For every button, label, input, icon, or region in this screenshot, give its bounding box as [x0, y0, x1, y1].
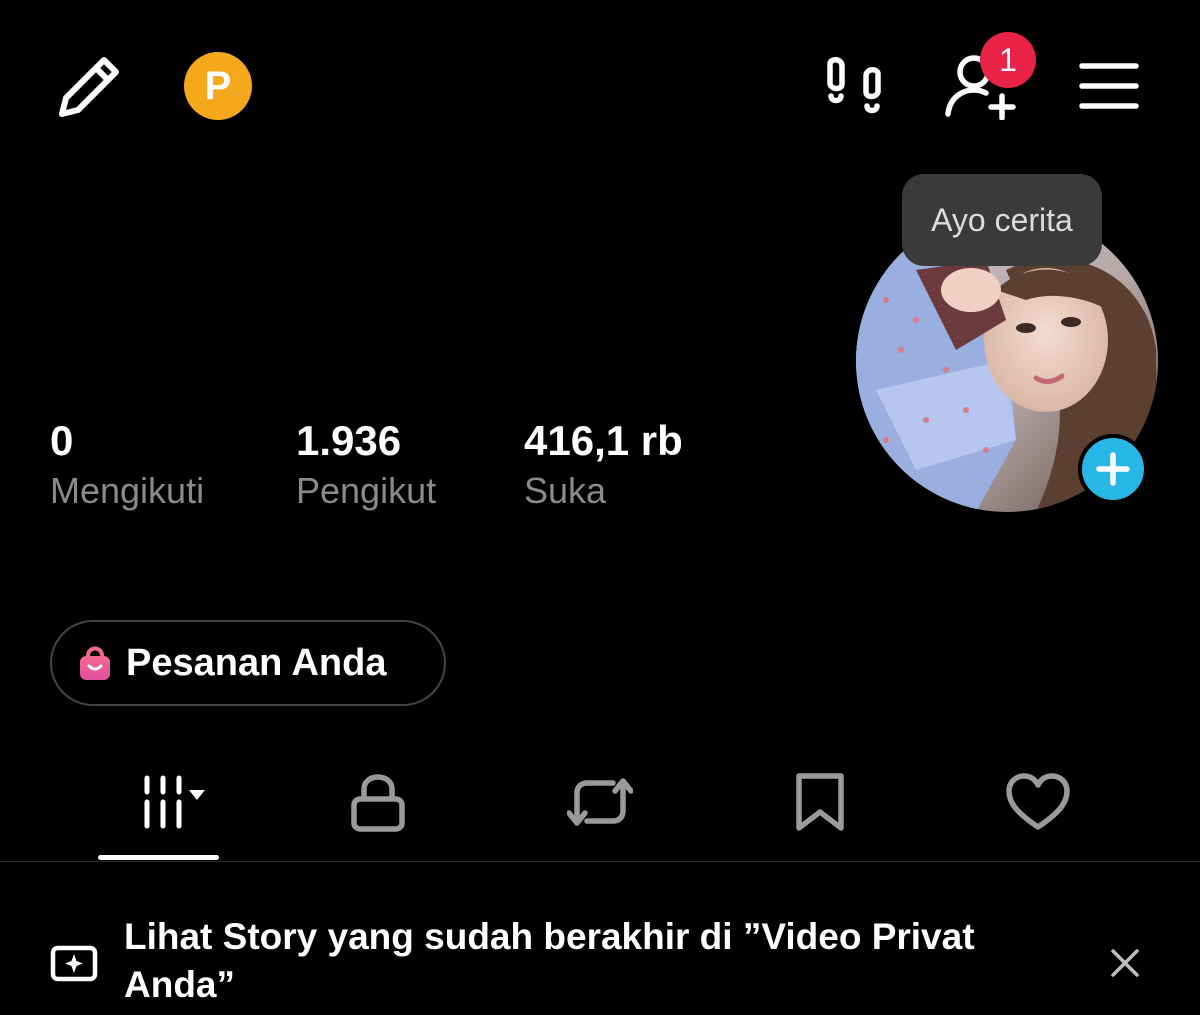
tooltip-text: Ayo cerita [931, 201, 1073, 238]
story-sparkle-button [50, 938, 98, 986]
repost-icon [567, 778, 633, 826]
tab-private[interactable] [330, 760, 426, 844]
orders-label: Pesanan Anda [126, 641, 387, 684]
story-banner-text: Lihat Story yang sudah berakhir di ”Vide… [124, 916, 975, 1005]
add-story-button[interactable] [1078, 434, 1148, 504]
stat-label: Pengikut [296, 470, 437, 511]
tab-reposts[interactable] [552, 760, 648, 844]
story-tooltip: Ayo cerita [902, 174, 1102, 266]
pencil-icon [59, 57, 119, 117]
active-tab-indicator [98, 855, 219, 860]
tabs-divider [0, 861, 1200, 862]
coin-icon: P [184, 52, 252, 120]
stat-value: 0 [50, 417, 74, 464]
close-icon [1111, 949, 1139, 977]
stat-label: Suka [524, 470, 607, 511]
menu-button[interactable] [1078, 62, 1140, 110]
bookmark-icon [796, 773, 844, 831]
notification-count: 1 [999, 41, 1017, 78]
tab-videos[interactable] [98, 760, 219, 844]
shopping-bag-icon [80, 646, 110, 680]
stat-value: 1.936 [296, 417, 402, 464]
close-banner-button[interactable] [1106, 944, 1144, 982]
tab-saved[interactable] [772, 760, 868, 844]
edit-profile-button[interactable] [52, 52, 124, 124]
tab-liked[interactable] [990, 760, 1086, 844]
stat-value: 416,1 rb [524, 417, 683, 464]
sparkle-badge-icon [50, 945, 98, 982]
coins-button[interactable]: P [184, 52, 252, 120]
stat-following[interactable]: 0 Mengikuti [50, 418, 204, 516]
profile-views-button[interactable] [822, 54, 886, 120]
orders-button[interactable]: Pesanan Anda [50, 620, 446, 706]
notification-badge: 1 [980, 32, 1036, 88]
stat-followers[interactable]: 1.936 Pengikut [296, 418, 436, 516]
lock-icon [351, 774, 405, 832]
add-friends-button[interactable]: 1 [944, 32, 1036, 120]
coin-letter: P [204, 63, 232, 108]
hamburger-icon [1079, 63, 1139, 109]
plus-icon [1096, 452, 1130, 486]
stat-likes[interactable]: 416,1 rb Suka [524, 418, 683, 516]
stat-label: Mengikuti [50, 470, 205, 511]
footprints-icon [827, 57, 881, 114]
heart-icon [1006, 773, 1070, 830]
grid-bars-icon [144, 775, 205, 829]
